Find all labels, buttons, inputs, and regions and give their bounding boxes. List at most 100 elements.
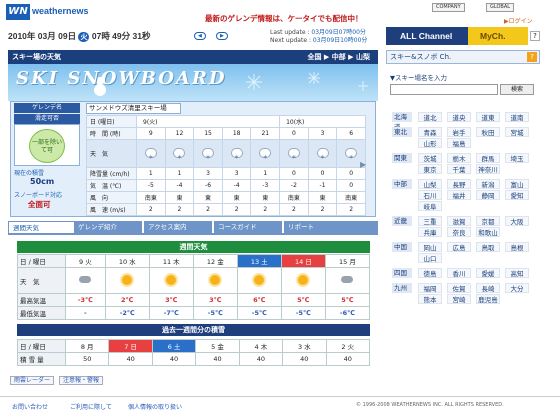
snow-icon [287, 147, 300, 163]
next-button[interactable]: ▶ [216, 32, 228, 40]
prefecture-link[interactable]: 島根 [505, 242, 529, 252]
resort-name: サンメドウズ清里スキー場 [86, 103, 181, 114]
prefecture-link[interactable]: 鹿児島 [476, 294, 500, 304]
prefecture-link[interactable]: 福井 [447, 190, 471, 200]
brand-logo[interactable]: WN [6, 4, 30, 20]
prefecture-link[interactable]: 道央 [447, 112, 471, 122]
chevron-right-icon[interactable]: ▶ [360, 160, 366, 169]
prefecture-link[interactable]: 千葉 [447, 164, 471, 174]
region-name[interactable]: 九州 [392, 283, 412, 293]
hourly-temp: -5 [136, 179, 166, 192]
global-link[interactable]: GLOBAL [486, 3, 515, 12]
tab-0[interactable]: 週間天気 [8, 221, 76, 233]
prefecture-link[interactable]: 愛媛 [476, 268, 500, 278]
region-name[interactable]: 中国 [392, 242, 412, 252]
weekly-high-label: 最高気温 [17, 293, 66, 307]
prefecture-link[interactable]: 道東 [476, 112, 500, 122]
region-name[interactable]: 近畿 [392, 216, 412, 226]
tab-all-channel[interactable]: ALL Channel [386, 27, 468, 45]
prefecture-link[interactable]: 栃木 [447, 153, 471, 163]
prefecture-link[interactable]: 香川 [447, 268, 471, 278]
hourly-windspeed: 2 [136, 203, 166, 216]
breadcrumb[interactable]: 全国 ▶ 中部 ▶ 山梨 [307, 50, 370, 64]
region-name[interactable]: 関東 [392, 153, 412, 163]
prefecture-link[interactable]: 和歌山 [476, 227, 500, 237]
prefecture-link[interactable]: 新潟 [476, 179, 500, 189]
snowfall-day: 2 火 [325, 339, 371, 353]
prefecture-link[interactable]: 道南 [505, 112, 529, 122]
prefecture-link[interactable]: 鳥取 [476, 242, 500, 252]
prefecture-link[interactable]: 福島 [447, 138, 471, 148]
footer-link-contact[interactable]: お問い合わせ [12, 402, 48, 411]
prefecture-link[interactable]: 兵庫 [418, 227, 442, 237]
snowfall-day: 7 日 [108, 339, 153, 353]
prefecture-link[interactable]: 高知 [505, 268, 529, 278]
prefecture-link[interactable]: 大分 [505, 283, 529, 293]
prefecture-link[interactable]: 茨城 [418, 153, 442, 163]
prefecture-link[interactable]: 奈良 [447, 227, 471, 237]
tab-1[interactable]: ゲレンデ紹介 [74, 221, 142, 233]
prefecture-link[interactable]: 埼玉 [505, 153, 529, 163]
footer-link-privacy[interactable]: 個人情報の取り扱い [128, 402, 182, 411]
prefecture-link[interactable]: 神奈川 [476, 164, 500, 174]
prev-button[interactable]: ◀ [194, 32, 206, 40]
prefecture-link[interactable]: 山形 [418, 138, 442, 148]
prefecture-link[interactable]: 富山 [505, 179, 529, 189]
snowfall-day: 5 金 [195, 339, 240, 353]
prefecture-link[interactable]: 山梨 [418, 179, 442, 189]
help-icon[interactable]: ? [530, 31, 540, 41]
prefecture-link[interactable]: 岡山 [418, 242, 442, 252]
snowboard-value: 全面可 [28, 200, 51, 209]
prefecture-link[interactable]: 青森 [418, 127, 442, 137]
prefecture-link[interactable]: 大阪 [505, 216, 529, 226]
prefecture-link[interactable]: 宮城 [505, 127, 529, 137]
prefecture-link[interactable]: 岩手 [447, 127, 471, 137]
prefecture-link[interactable]: 群馬 [476, 153, 500, 163]
region-row: 中部 山梨 長野 新潟 富山 [390, 179, 538, 190]
hourly-winddir: 東 [221, 191, 252, 204]
sun-icon [122, 274, 133, 285]
prefecture-link[interactable]: 広島 [447, 242, 471, 252]
brand-name[interactable]: weathernews [32, 6, 89, 16]
region-name[interactable]: 四国 [392, 268, 412, 278]
prefecture-link[interactable]: 京都 [476, 216, 500, 226]
tab-2[interactable]: アクセス案内 [144, 221, 212, 233]
prefecture-link[interactable]: 山口 [418, 253, 442, 263]
region-name[interactable]: 北海道 [392, 112, 412, 131]
prefecture-link[interactable]: 熊本 [418, 294, 442, 304]
promo-text[interactable]: 最新のゲレンデ情報は、ケータイでも配信中！ [205, 13, 363, 24]
warning-link[interactable]: 注意報・警報 [58, 376, 103, 385]
hourly-temp: -1 [307, 179, 338, 192]
search-button[interactable]: 検索 [500, 84, 534, 95]
tab-3[interactable]: コースガイド [214, 221, 282, 233]
hourly-weather-cell [136, 139, 166, 168]
prefecture-link[interactable]: 静岡 [476, 190, 500, 200]
tab-my-channel[interactable]: MyCh. [468, 27, 528, 45]
radar-link[interactable]: 雨雲レーダー [10, 376, 55, 385]
tab-4[interactable]: リポート [284, 221, 378, 233]
prefecture-link[interactable]: 岐阜 [418, 201, 442, 211]
time-label: 時 間 (時) [86, 127, 137, 140]
prefecture-link[interactable]: 愛知 [505, 190, 529, 200]
login-link[interactable]: ▶ログイン [504, 16, 533, 25]
region-name[interactable]: 中部 [392, 179, 412, 189]
prefecture-link[interactable]: 滋賀 [447, 216, 471, 226]
hourly-temp: -2 [279, 179, 309, 192]
sun-icon [298, 274, 309, 285]
region-name[interactable]: 東北 [392, 127, 412, 137]
prefecture-link[interactable]: 石川 [418, 190, 442, 200]
prefecture-link[interactable]: 三重 [418, 216, 442, 226]
prefecture-link[interactable]: 秋田 [476, 127, 500, 137]
prefecture-link[interactable]: 道北 [418, 112, 442, 122]
prefecture-link[interactable]: 長野 [447, 179, 471, 189]
search-input[interactable] [390, 84, 498, 95]
prefecture-link[interactable]: 東京 [418, 164, 442, 174]
prefecture-link[interactable]: 長崎 [476, 283, 500, 293]
company-link[interactable]: COMPANY [432, 3, 465, 12]
footer-link-terms[interactable]: ご利用に際して [70, 402, 112, 411]
help-icon[interactable]: ? [527, 52, 537, 62]
prefecture-link[interactable]: 佐賀 [447, 283, 471, 293]
prefecture-link[interactable]: 福岡 [418, 283, 442, 293]
prefecture-link[interactable]: 徳島 [418, 268, 442, 278]
prefecture-link[interactable]: 宮崎 [447, 294, 471, 304]
